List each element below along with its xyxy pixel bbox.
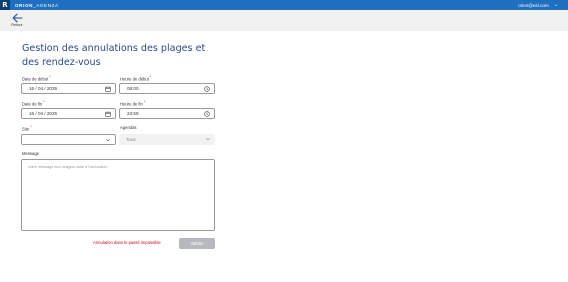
date-end-label: Date de fin*: [22, 100, 45, 106]
required-marker: *: [30, 125, 32, 129]
required-marker: *: [149, 75, 152, 79]
user-email: orion@esl.com: [518, 2, 549, 8]
site-select[interactable]: [21, 134, 116, 145]
time-start-label: Heure de début*: [120, 75, 151, 81]
date-start-input[interactable]: 16 / 04 / 2025: [21, 83, 116, 94]
back-button[interactable]: Retour: [9, 13, 25, 29]
date-start-label-text: Date de début: [22, 76, 49, 82]
agendas-value: Tous: [126, 137, 136, 142]
app-logo[interactable]: R: [0, 0, 10, 10]
agendas-label-text: Agendas: [120, 125, 137, 130]
calendar-icon[interactable]: [105, 111, 111, 117]
arrow-left-icon: [12, 13, 23, 23]
agendas-select[interactable]: Tous: [119, 134, 215, 145]
required-marker: *: [49, 75, 51, 79]
date-end-label-text: Date de fin: [22, 101, 43, 107]
clock-icon[interactable]: [204, 111, 210, 117]
site-label-text: Site: [22, 126, 30, 132]
time-start-input[interactable]: 08:00: [119, 83, 215, 94]
date-end-input[interactable]: 16 / 04 / 2025: [21, 108, 116, 119]
message-textarea[interactable]: Votre message aux usagers suite à l'annu…: [21, 159, 215, 231]
calendar-icon[interactable]: [105, 86, 111, 92]
time-start-value: 08:00: [127, 86, 139, 91]
page-title: Gestion des annulations des plages et de…: [22, 43, 206, 68]
chevron-down-icon: [206, 138, 210, 141]
date-start-value: 16 / 04 / 2025: [29, 86, 58, 91]
clock-icon[interactable]: [204, 86, 210, 92]
brand-name: ORION_AGENZA: [15, 3, 59, 8]
validate-button[interactable]: Valider: [179, 238, 215, 249]
time-end-label-text: Heure de fin: [120, 101, 143, 107]
agendas-label: Agendas: [120, 125, 137, 130]
date-end-value: 16 / 04 / 2025: [29, 111, 58, 116]
site-label: Site*: [22, 125, 32, 131]
time-end-input[interactable]: 23:59: [119, 108, 215, 119]
required-marker: *: [43, 100, 45, 104]
error-message: Annulation dans le passé impossible: [93, 240, 161, 245]
top-bar: R ORION_AGENZA orion@esl.com ⌄: [0, 0, 568, 10]
chevron-down-icon: [106, 139, 110, 142]
user-menu[interactable]: orion@esl.com ⌄: [518, 0, 558, 10]
message-label: Message: [22, 151, 39, 156]
date-start-label: Date de début*: [22, 75, 51, 81]
sub-toolbar: Retour: [0, 10, 568, 31]
chevron-down-icon: ⌄: [553, 2, 558, 8]
time-start-label-text: Heure de début: [120, 76, 149, 82]
message-placeholder: Votre message aux usagers suite à l'annu…: [28, 165, 108, 169]
time-end-value: 23:59: [127, 111, 139, 116]
brand-name-thin: _AGENZA: [33, 2, 59, 8]
required-marker: *: [143, 100, 146, 104]
time-end-label: Heure de fin*: [120, 100, 145, 106]
back-label: Retour: [11, 23, 23, 27]
brand-name-bold: ORION: [15, 2, 34, 8]
message-label-text: Message: [22, 151, 39, 156]
